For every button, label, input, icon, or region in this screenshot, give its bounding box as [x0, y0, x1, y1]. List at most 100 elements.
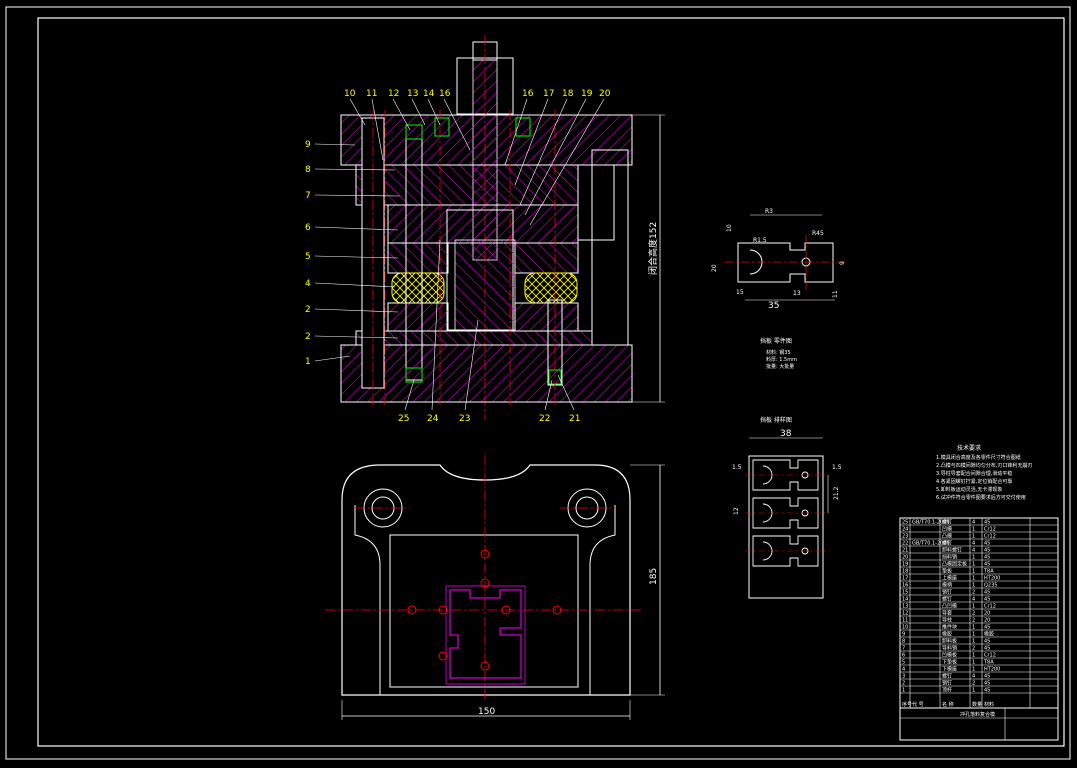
label-19: 19 [581, 89, 593, 99]
bom-cell: 凸模固定板 [942, 561, 967, 568]
bom-cell: 螺钉 [942, 540, 952, 547]
bom-cell: 25 [902, 520, 908, 526]
bom-cell: 45 [984, 688, 990, 694]
bom-cell: 1 [972, 625, 975, 631]
label-13: 13 [407, 89, 418, 99]
bom-cell: 1 [972, 555, 975, 561]
bom-cell: 45 [984, 562, 990, 568]
label-7: 7 [305, 191, 311, 201]
label-16a: 16 [439, 89, 451, 99]
bom-cell: 1 [972, 569, 975, 575]
label-21: 21 [569, 414, 580, 424]
bom-cell: 13 [902, 604, 908, 610]
strip-dim-15-left: 1.5 [732, 464, 742, 471]
label-25: 25 [398, 414, 409, 424]
label-5: 5 [305, 252, 311, 262]
label-16b: 16 [522, 89, 534, 99]
label-6: 6 [305, 223, 311, 233]
bom-cell: 凹模 [942, 526, 952, 533]
strip-dim-38: 38 [780, 429, 792, 439]
part-note-thickness: 料厚: 1.5mm [766, 356, 797, 363]
label-22: 22 [539, 414, 550, 424]
part-dim-11: 11 [832, 290, 839, 298]
bom-cell: 1 [972, 632, 975, 638]
bom-cell: 导柱 [942, 617, 952, 624]
strip-dim-212: 21.2 [833, 486, 840, 500]
bom-cell: 45 [984, 681, 990, 687]
tech-line-6: 6.试冲件符合零件图要求后方可交付使用 [936, 494, 1026, 501]
part-view-title: 挡板 零件图 [760, 337, 792, 345]
bom-cell: 45 [984, 639, 990, 645]
bom-cell: 45 [984, 674, 990, 680]
bom-cell: 螺钉 [942, 519, 952, 526]
bom-cell: 45 [984, 541, 990, 547]
part-note-material: 材料: 钢35 [766, 349, 791, 356]
bom-cell: Q235 [984, 583, 997, 589]
bom-cell: 4 [972, 674, 975, 680]
bom-cell: 24 [902, 527, 908, 533]
height-dimension: 闭合高度152 [647, 222, 659, 275]
part-dim-r3: R3 [765, 208, 773, 215]
bom-cell: 凸模 [942, 533, 952, 540]
bom-cell: 20 [902, 555, 908, 561]
part-dim-35: 35 [768, 301, 779, 311]
part-dim-r1: R1.5 [753, 237, 767, 244]
label-23: 23 [459, 414, 470, 424]
bom-cell: 45 [984, 555, 990, 561]
label-9: 9 [305, 140, 311, 150]
part-note-batch: 批量: 大批量 [766, 363, 794, 370]
label-1: 1 [305, 357, 311, 367]
bom-cell: 导套 [942, 610, 952, 617]
bom-cell: 2 [972, 646, 975, 652]
bom-header-cell: 数量 [972, 701, 982, 708]
bom-cell: 橡胶 [984, 631, 994, 638]
part-dim-h10: 10 [726, 224, 733, 232]
bom-cell: 2 [902, 681, 905, 687]
bom-cell: 9 [902, 632, 905, 638]
bom-cell: 4 [972, 548, 975, 554]
strip-view-title: 挡板 排样图 [760, 416, 792, 424]
bom-cell: 1 [972, 576, 975, 582]
bom-cell: HT200 [984, 576, 1000, 582]
label-12: 12 [388, 89, 399, 99]
bom-cell: 45 [984, 548, 990, 554]
bom-cell: 4 [972, 541, 975, 547]
bom-cell: 17 [902, 576, 908, 582]
bom-cell: HT200 [984, 667, 1000, 673]
bom-cell: 顶杆 [942, 687, 952, 694]
label-18: 18 [562, 89, 574, 99]
label-24: 24 [427, 414, 439, 424]
part-dim-13: 13 [793, 290, 801, 297]
bom-cell: 1 [972, 527, 975, 533]
tech-line-5: 5.卸料板运动灵活,无卡滞现象 [936, 486, 1002, 493]
strip-layout: 挡板 排样图 38 1.5 1.5 12 21.2 [732, 416, 842, 599]
strip-dim-15-right: 1.5 [832, 464, 842, 471]
title-block-name: 冲孔落料复合模 [960, 711, 995, 718]
label-11: 11 [366, 89, 377, 99]
label-8: 8 [305, 165, 311, 175]
label-10: 10 [344, 89, 356, 99]
label-2a: 2 [305, 305, 311, 315]
bom-cell: 推件块 [942, 624, 957, 631]
bom-cell: 凸凹模 [942, 603, 957, 610]
bom-cell: 2 [972, 681, 975, 687]
bom-cell: 下垫板 [942, 659, 957, 666]
bom-cell: 15 [902, 590, 908, 596]
bom-cell: 21 [902, 548, 908, 554]
bom-cell: 1 [902, 688, 905, 694]
bom-cell: 45 [984, 590, 990, 596]
part-dim-h20: 20 [711, 264, 718, 272]
bom-cell: 14 [902, 597, 908, 603]
bom-cell: 上模座 [942, 575, 957, 582]
bom-cell: 模柄 [942, 582, 952, 589]
bom-cell: 7 [902, 646, 905, 652]
bom-header-cell: 序号 [902, 701, 912, 708]
bom-cell: Cr12 [984, 653, 996, 659]
bom-cell: Cr12 [984, 604, 996, 610]
bom-cell: 1 [972, 604, 975, 610]
bom-cell: 22 [902, 541, 908, 547]
part-dim-9: 9 [839, 261, 846, 265]
bom-cell: 3 [902, 674, 905, 680]
bom-cell: 2 [972, 611, 975, 617]
bom-cell: 2 [972, 590, 975, 596]
